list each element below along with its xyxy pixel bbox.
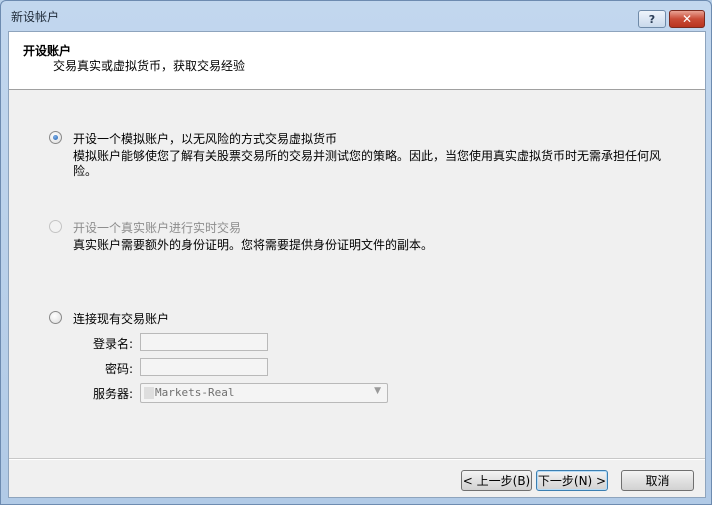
- footer-divider: [9, 458, 705, 460]
- header-subtitle: 交易真实或虚拟货币，获取交易经验: [53, 59, 246, 73]
- dialog-body: 开设账户 交易真实或虚拟货币，获取交易经验 开设一个模拟账户，以无风险的方式交易…: [8, 31, 706, 498]
- option-existing-label[interactable]: 连接现有交易账户: [73, 310, 169, 327]
- radio-demo-account[interactable]: [49, 131, 62, 144]
- radio-real-account[interactable]: [49, 220, 62, 233]
- chevron-down-icon[interactable]: ▼: [374, 386, 381, 396]
- option-demo-label[interactable]: 开设一个模拟账户，以无风险的方式交易虚拟货币: [73, 130, 337, 147]
- new-account-dialog: 新设帐户 ? ✕ 开设账户 交易真实或虚拟货币，获取交易经验 开设一个模拟账户，…: [0, 0, 712, 505]
- server-select[interactable]: Markets-Real ▼: [140, 383, 388, 403]
- cancel-button[interactable]: 取消: [621, 470, 694, 491]
- option-real-label[interactable]: 开设一个真实账户进行实时交易: [73, 219, 241, 236]
- password-label: 密码:: [104, 362, 133, 376]
- question-icon: ?: [648, 12, 656, 26]
- redacted-text: [144, 387, 154, 399]
- title-bar[interactable]: 新设帐户 ? ✕: [1, 1, 711, 31]
- window-title: 新设帐户: [11, 10, 60, 24]
- server-label: 服务器:: [92, 387, 133, 401]
- password-input[interactable]: [140, 358, 268, 376]
- server-value: Markets-Real: [155, 386, 235, 399]
- login-label: 登录名:: [92, 337, 133, 351]
- close-icon: ✕: [681, 12, 693, 26]
- help-button[interactable]: ?: [638, 10, 666, 28]
- next-button[interactable]: 下一步(N) >: [536, 470, 608, 491]
- back-button[interactable]: < 上一步(B): [461, 470, 532, 491]
- option-demo-description: 模拟账户能够使您了解有关股票交易所的交易并测试您的策略。因此，当您使用真实虚拟货…: [73, 149, 662, 178]
- close-button[interactable]: ✕: [669, 10, 705, 28]
- option-real-description: 真实账户需要额外的身份证明。您将需要提供身份证明文件的副本。: [73, 238, 434, 252]
- wizard-header: 开设账户 交易真实或虚拟货币，获取交易经验: [9, 32, 705, 90]
- radio-existing-account[interactable]: [49, 311, 62, 324]
- login-input[interactable]: [140, 333, 268, 351]
